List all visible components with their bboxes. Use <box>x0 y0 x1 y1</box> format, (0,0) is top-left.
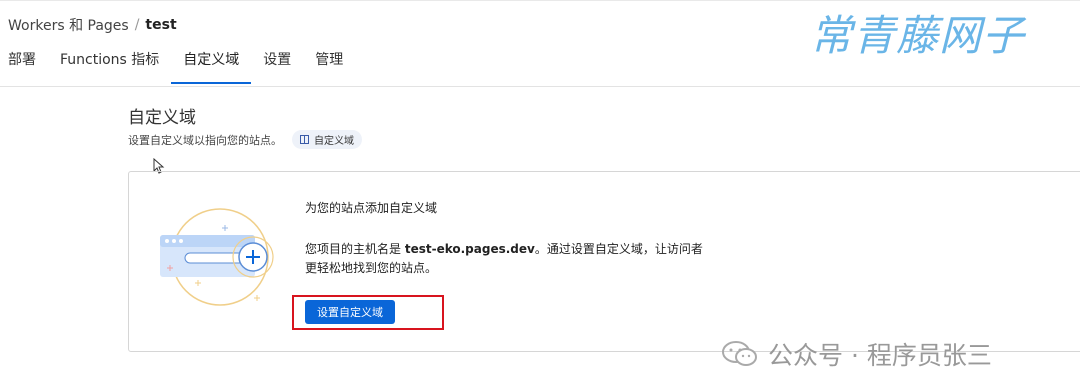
section-description-text: 设置自定义域以指向您的站点。 <box>128 133 282 147</box>
breadcrumb: Workers 和 Pages / test <box>8 15 177 35</box>
wechat-icon <box>722 341 757 366</box>
card-text-suffix: 。通过设置自定义域，让访问者 <box>534 242 703 256</box>
tab-bar: 部署 Functions 指标 自定义域 设置 管理 <box>0 44 355 86</box>
docs-link[interactable]: 自定义域 <box>292 130 362 149</box>
breadcrumb-current: test <box>145 17 177 33</box>
wechat-watermark-text: 公众号 · 程序员张三 <box>768 341 992 370</box>
tab-settings[interactable]: 设置 <box>251 44 303 84</box>
domain-illustration-icon <box>160 208 274 306</box>
card-text-prefix: 您项目的主机名是 <box>305 242 405 256</box>
card-heading: 为您的站点添加自定义域 <box>305 201 438 215</box>
breadcrumb-root[interactable]: Workers 和 Pages <box>8 15 129 35</box>
card-description: 您项目的主机名是 test-eko.pages.dev。通过设置自定义域，让访问… <box>305 240 725 278</box>
docs-link-label: 自定义域 <box>314 136 354 147</box>
card-text-line2: 更轻松地找到您的站点。 <box>305 261 438 275</box>
tab-functions-metrics[interactable]: Functions 指标 <box>48 44 171 84</box>
watermark-text: 常青藤网子 <box>810 11 1026 60</box>
wechat-watermark: 公众号 · 程序员张三 <box>722 336 992 372</box>
project-hostname: test-eko.pages.dev <box>404 242 535 256</box>
tab-deployments[interactable]: 部署 <box>0 44 48 84</box>
tab-manage[interactable]: 管理 <box>303 44 355 84</box>
tab-custom-domains[interactable]: 自定义域 <box>171 44 252 84</box>
set-custom-domain-button[interactable]: 设置自定义域 <box>305 300 395 324</box>
section-title: 自定义域 <box>128 108 196 128</box>
section-description: 设置自定义域以指向您的站点。 自定义域 <box>128 130 362 149</box>
book-icon <box>300 135 309 144</box>
breadcrumb-separator: / <box>134 17 140 33</box>
